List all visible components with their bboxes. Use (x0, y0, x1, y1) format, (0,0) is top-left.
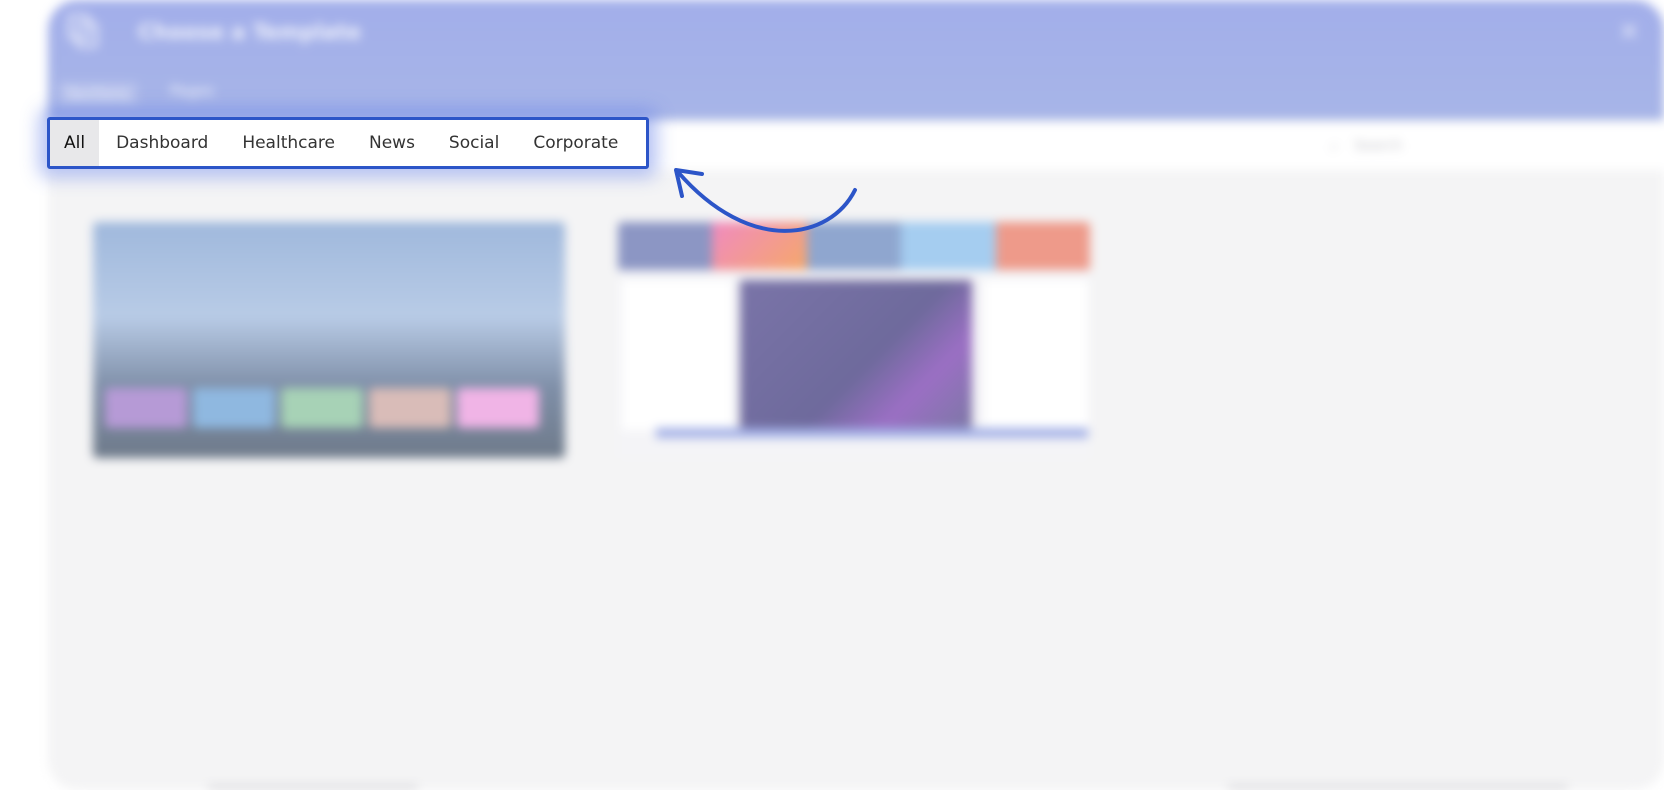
screenshot-stage: Choose a Template × Sections Pages Searc… (0, 0, 1664, 790)
youtube-icon (995, 222, 1090, 270)
bottom-scrollbar (208, 785, 418, 790)
card-scrollbar (656, 428, 1088, 438)
category-tab-news[interactable]: News (352, 120, 432, 166)
card-tile (457, 388, 539, 428)
card-post-left (622, 280, 732, 430)
search-input[interactable]: Search (1316, 130, 1664, 162)
category-tabs: All Dashboard Healthcare News Social Cor… (47, 117, 649, 169)
category-tab-healthcare[interactable]: Healthcare (225, 120, 352, 166)
card-tile (369, 388, 451, 428)
dialog-header: Choose a Template × Sections Pages (48, 0, 1664, 120)
bottom-scrollbar (1228, 785, 1568, 790)
tab-pages[interactable]: Pages (170, 82, 214, 100)
card-tile (193, 388, 275, 428)
template-card-landscape[interactable] (93, 222, 565, 458)
app-logo-icon (68, 14, 98, 48)
card-tile (105, 388, 187, 428)
category-tab-all[interactable]: All (50, 120, 100, 166)
category-tab-social[interactable]: Social (432, 120, 516, 166)
category-tab-dashboard[interactable]: Dashboard (99, 120, 225, 166)
card-post-center (740, 280, 972, 432)
tab-sections[interactable]: Sections (58, 82, 138, 106)
twitter-icon (901, 222, 996, 270)
card-post-right (984, 280, 1088, 430)
card-tile (281, 388, 363, 428)
dialog-title: Choose a Template (138, 20, 362, 44)
close-icon[interactable]: × (1618, 16, 1640, 46)
annotation-arrow-icon (674, 168, 857, 233)
category-tab-corporate[interactable]: Corporate (516, 120, 635, 166)
